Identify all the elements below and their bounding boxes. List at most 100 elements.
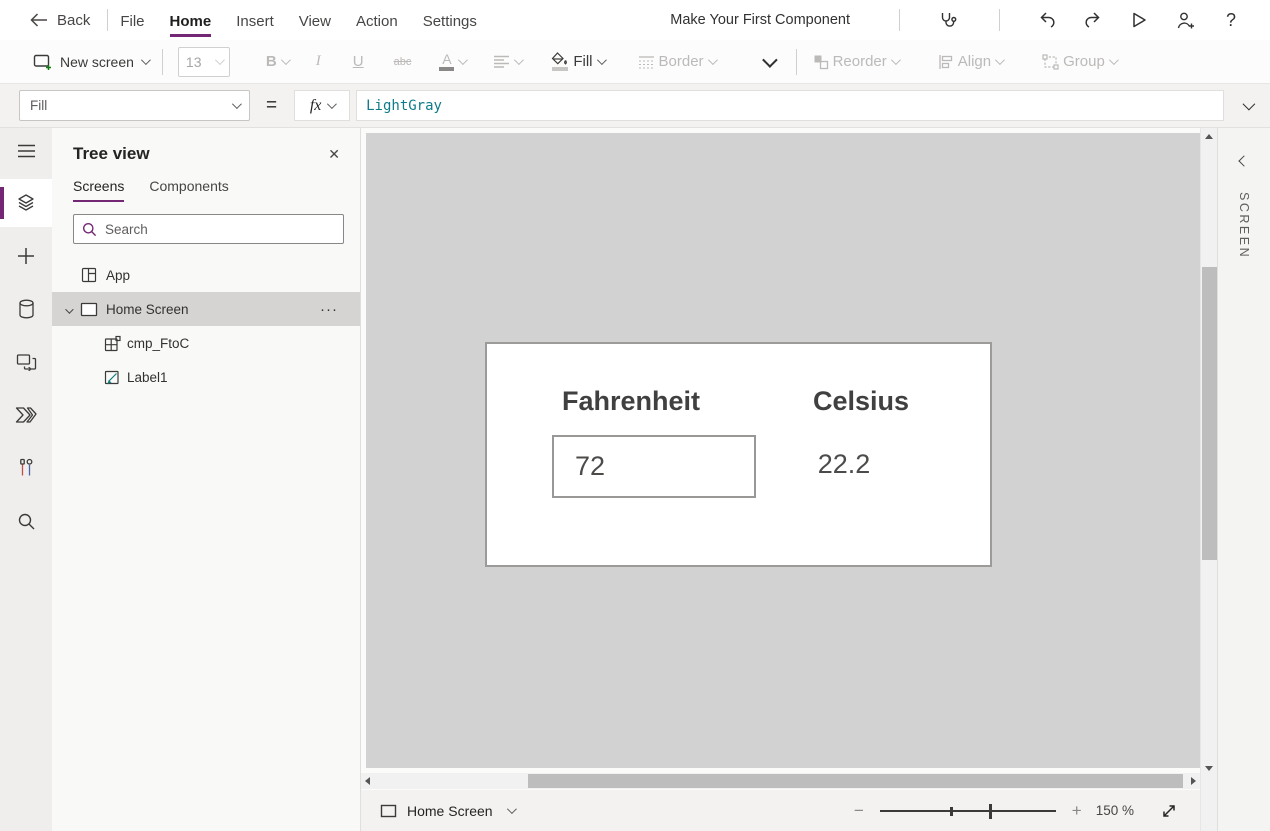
tab-screens[interactable]: Screens xyxy=(73,178,124,202)
fx-dropdown[interactable]: fx xyxy=(294,90,350,121)
tree-tabs: Screens Components xyxy=(52,164,360,202)
insert-rail-icon[interactable] xyxy=(0,232,52,280)
tree-row-home-screen[interactable]: Home Screen ··· xyxy=(52,292,360,326)
menu-item-file[interactable]: File xyxy=(120,4,144,37)
tree-search-box[interactable] xyxy=(73,214,344,244)
tree-view-rail-icon[interactable] xyxy=(0,179,52,227)
main-area: Tree view ✕ Screens Components App xyxy=(0,128,1270,831)
scroll-down-icon[interactable] xyxy=(1205,766,1213,771)
undo-icon[interactable] xyxy=(1036,9,1058,31)
expand-panel-chevron-left-icon[interactable] xyxy=(1240,152,1248,170)
redo-icon[interactable] xyxy=(1082,9,1104,31)
formula-bar-collapse-chevron-icon[interactable] xyxy=(1232,101,1262,110)
reorder-icon xyxy=(813,54,829,70)
menubar-divider xyxy=(999,9,1000,31)
menu-item-insert[interactable]: Insert xyxy=(236,4,274,37)
component-icon xyxy=(103,334,121,352)
more-options-icon[interactable]: ··· xyxy=(320,301,338,318)
align-button[interactable]: Align xyxy=(938,53,1002,70)
power-automate-rail-icon[interactable] xyxy=(0,391,52,439)
chevron-down-icon xyxy=(327,99,337,109)
search-rail-icon[interactable] xyxy=(0,497,52,545)
app-checker-icon[interactable] xyxy=(936,9,958,31)
tab-components[interactable]: Components xyxy=(149,178,228,202)
search-input[interactable] xyxy=(105,222,335,237)
menubar: Back File Home Insert View Action Settin… xyxy=(0,0,1270,40)
group-icon xyxy=(1042,54,1059,70)
tree-view-panel: Tree view ✕ Screens Components App xyxy=(52,128,361,831)
menu-item-view[interactable]: View xyxy=(299,4,331,37)
scroll-right-icon[interactable] xyxy=(1191,777,1196,785)
chevron-down-icon xyxy=(514,55,524,65)
fit-to-window-icon[interactable] xyxy=(1160,802,1178,820)
screen-selector-label: Home Screen xyxy=(407,803,493,819)
zoom-controls: − + 150 % xyxy=(854,801,1200,821)
ribbon-expand-chevron-icon[interactable] xyxy=(762,52,778,68)
expand-chevron-icon[interactable] xyxy=(65,302,71,317)
search-icon xyxy=(82,222,97,237)
ribbon-toolbar: New screen 13 B I U abc A xyxy=(0,40,1270,84)
strikethrough-button[interactable]: abc xyxy=(394,56,412,68)
menu-item-settings[interactable]: Settings xyxy=(423,4,477,37)
zoom-slider-thumb[interactable] xyxy=(989,804,992,819)
property-selector[interactable]: Fill xyxy=(19,90,250,121)
tree-row-label1[interactable]: Label1 xyxy=(52,360,360,394)
close-icon[interactable]: ✕ xyxy=(328,146,340,163)
advanced-tools-rail-icon[interactable] xyxy=(0,444,52,492)
vertical-scrollbar[interactable] xyxy=(1200,128,1217,831)
font-color-icon: A xyxy=(439,52,454,71)
group-button[interactable]: Group xyxy=(1042,53,1116,70)
play-preview-icon[interactable] xyxy=(1128,9,1150,31)
back-button[interactable]: Back xyxy=(30,12,90,29)
horizontal-scrollbar-thumb[interactable] xyxy=(528,774,1183,788)
scroll-up-icon[interactable] xyxy=(1205,134,1213,139)
screen-selector[interactable]: Home Screen xyxy=(380,803,514,819)
font-size-dropdown[interactable]: 13 xyxy=(178,47,230,77)
border-button[interactable]: Border xyxy=(638,53,715,70)
tree-row-app[interactable]: App xyxy=(52,258,360,292)
menu-item-home[interactable]: Home xyxy=(170,4,212,37)
font-color-label: A xyxy=(442,52,451,66)
text-align-icon xyxy=(493,55,510,69)
share-user-icon[interactable] xyxy=(1174,9,1196,31)
reorder-button[interactable]: Reorder xyxy=(813,53,898,70)
menu-items: File Home Insert View Action Settings xyxy=(120,4,477,37)
horizontal-scrollbar[interactable] xyxy=(361,773,1200,789)
reorder-label: Reorder xyxy=(833,53,887,70)
screen-artboard[interactable]: Fahrenheit Celsius 72 22.2 xyxy=(366,133,1200,768)
tree-row-cmp-ftoc[interactable]: cmp_FtoC xyxy=(52,326,360,360)
fill-button[interactable]: Fill xyxy=(551,52,603,71)
tree-list: App Home Screen ··· cmp_FtoC xyxy=(52,258,360,394)
hamburger-menu-icon[interactable] xyxy=(0,128,52,174)
text-align-button[interactable] xyxy=(493,55,521,69)
formula-input[interactable]: LightGray xyxy=(356,90,1224,121)
left-rail xyxy=(0,128,52,831)
media-rail-icon[interactable] xyxy=(0,338,52,386)
vertical-scrollbar-thumb[interactable] xyxy=(1202,267,1217,560)
data-sources-rail-icon[interactable] xyxy=(0,285,52,333)
menu-item-action[interactable]: Action xyxy=(356,4,398,37)
new-screen-button[interactable]: New screen xyxy=(33,53,148,71)
strikethrough-label: abc xyxy=(394,56,412,68)
bold-button[interactable]: B xyxy=(266,53,288,70)
border-icon xyxy=(638,55,655,69)
chevron-down-icon xyxy=(215,55,225,65)
zoom-level-value: 150 % xyxy=(1096,803,1134,818)
zoom-out-button[interactable]: − xyxy=(854,801,864,821)
back-arrow-icon xyxy=(30,13,48,27)
scroll-left-icon[interactable] xyxy=(365,777,370,785)
fahrenheit-input[interactable]: 72 xyxy=(552,435,756,498)
font-color-button[interactable]: A xyxy=(439,52,465,71)
tree-item-label: cmp_FtoC xyxy=(127,336,189,351)
zoom-slider[interactable] xyxy=(880,801,1056,821)
font-size-value: 13 xyxy=(186,54,202,70)
zoom-in-button[interactable]: + xyxy=(1072,801,1082,821)
italic-button[interactable]: I xyxy=(316,53,321,70)
help-icon[interactable]: ? xyxy=(1220,9,1242,31)
italic-label: I xyxy=(316,53,321,70)
component-cmp-ftoc[interactable]: Fahrenheit Celsius 72 22.2 xyxy=(485,342,992,567)
align-objects-icon xyxy=(938,54,954,70)
celsius-header: Celsius xyxy=(813,386,909,417)
tree-item-label: Label1 xyxy=(127,370,168,385)
underline-button[interactable]: U xyxy=(353,53,364,70)
